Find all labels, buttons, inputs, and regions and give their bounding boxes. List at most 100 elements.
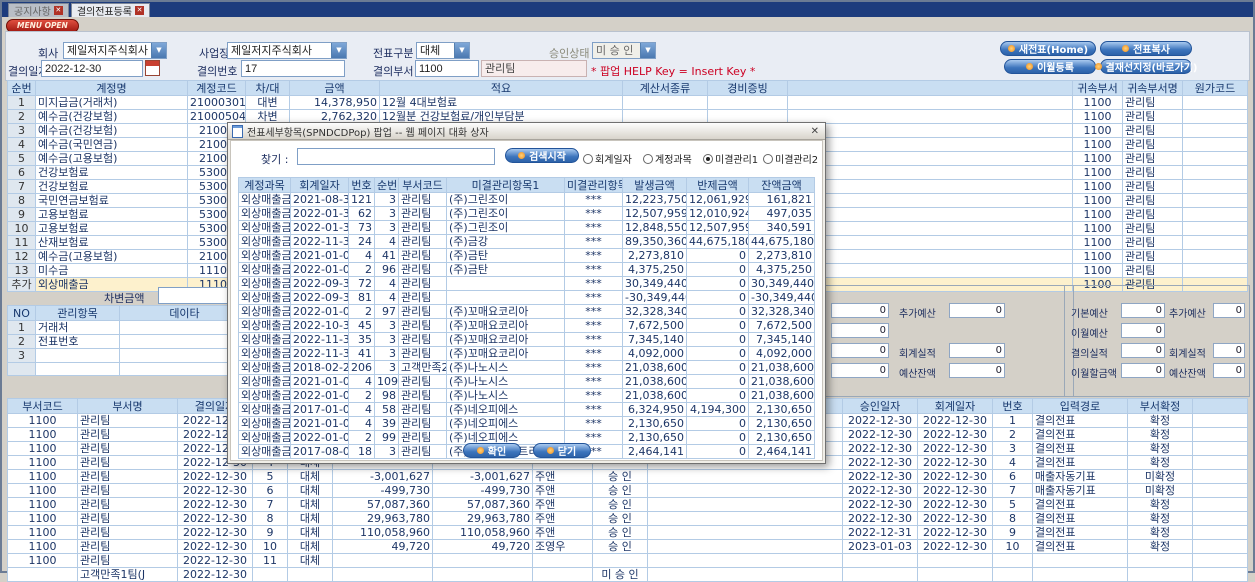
grid-cell[interactable]: 2022-12-30 [842, 413, 918, 428]
grid-cell[interactable]: 외상매출금 [238, 402, 291, 417]
grid-cell[interactable]: 2021-01-00 [290, 248, 349, 263]
grid-cell[interactable]: 3 [374, 332, 399, 347]
grid-cell[interactable] [1192, 413, 1248, 428]
grid-cell[interactable]: *** [564, 248, 623, 263]
grid-cell[interactable]: 340,591 [748, 220, 815, 235]
grid-cell[interactable]: 관리팀 [1122, 109, 1183, 124]
grid-cell[interactable]: 12,507,959 [622, 206, 687, 221]
radio-open-mgmt1[interactable]: 미결관리1 [703, 151, 758, 166]
grid-cell[interactable]: 4 [348, 374, 375, 389]
grid-cell[interactable] [532, 567, 593, 582]
chevron-down-icon[interactable]: ▼ [151, 43, 166, 58]
grid-cell[interactable]: 관리팀 [398, 192, 447, 207]
grid-cell[interactable] [1192, 427, 1248, 442]
grid-cell[interactable]: 10 [992, 539, 1033, 554]
grid-cell[interactable]: 외상매출금 [238, 290, 291, 305]
grid-cell[interactable]: 매출자동기표 [1032, 469, 1128, 484]
grid-cell[interactable] [787, 221, 1073, 236]
grid-cell[interactable] [7, 567, 78, 582]
grid-cell[interactable]: 73 [348, 220, 375, 235]
grid-cell[interactable]: 2,130,650 [748, 416, 815, 431]
grid-cell[interactable]: 2,273,810 [622, 248, 687, 263]
grid-cell[interactable]: (주)나노시스 [446, 374, 565, 389]
grid-cell[interactable]: 관리팀 [1122, 123, 1183, 138]
grid-cell[interactable]: 외상매출금 [238, 416, 291, 431]
grid-cell[interactable] [917, 567, 993, 582]
grid-cell[interactable]: 1100 [7, 497, 78, 512]
grid-cell[interactable]: -499,730 [432, 483, 533, 498]
grid-cell[interactable]: 0 [686, 360, 749, 375]
grid-cell[interactable]: 결의전표 [1032, 455, 1128, 470]
close-button[interactable]: 닫기 [532, 443, 591, 458]
grid-cell[interactable]: 확정 [1127, 413, 1193, 428]
grid-cell[interactable]: 97 [374, 304, 399, 319]
grid-cell[interactable]: 고객만족2팀(JJ [398, 360, 447, 375]
grid-cell[interactable]: 7,345,140 [622, 332, 687, 347]
grid-cell[interactable]: 0 [686, 290, 749, 305]
grid-cell[interactable]: *** [564, 360, 623, 375]
grid-cell[interactable]: 2021-01-00 [290, 374, 349, 389]
grid-cell[interactable]: *** [564, 290, 623, 305]
grid-cell[interactable]: 관리팀 [1122, 235, 1183, 250]
grid-cell[interactable] [647, 469, 843, 484]
grid-cell[interactable]: 0 [686, 346, 749, 361]
grid-cell[interactable]: 주앤 [532, 483, 593, 498]
grid-cell[interactable]: 2022-10-31 [290, 318, 349, 333]
grid-cell[interactable]: 관리팀 [77, 511, 178, 526]
date-input[interactable] [41, 60, 143, 77]
grid-cell[interactable] [842, 567, 918, 582]
grid-cell[interactable]: 대체 [287, 469, 333, 484]
grid-cell[interactable] [1182, 249, 1248, 264]
grid-cell[interactable]: 미지급금(거래처) [35, 95, 188, 110]
grid-cell[interactable]: (주)금강 [446, 234, 565, 249]
grid-cell[interactable]: 관리팀 [1122, 151, 1183, 166]
grid-cell[interactable]: 6 [992, 469, 1033, 484]
grid-cell[interactable]: 4,375,250 [748, 262, 815, 277]
grid-cell[interactable]: 주앤 [532, 497, 593, 512]
grid-cell[interactable]: 예수금(국민연금) [35, 137, 188, 152]
grid-cell[interactable]: 58 [374, 402, 399, 417]
search-button[interactable]: 검색시작 [505, 148, 579, 163]
radio-open-mgmt2[interactable]: 미결관리2 [763, 151, 818, 166]
grid-cell[interactable]: 7 [7, 179, 36, 194]
new-voucher-button[interactable]: 새전표(Home) [1000, 41, 1096, 56]
grid-cell[interactable] [787, 109, 1073, 124]
grid-cell[interactable] [787, 193, 1073, 208]
grid-cell[interactable]: 9 [992, 525, 1033, 540]
grid-cell[interactable]: *** [564, 318, 623, 333]
grid-cell[interactable]: 결의전표 [1032, 511, 1128, 526]
grid-cell[interactable]: 2022-12-30 [917, 525, 993, 540]
grid-cell[interactable]: 건강보험료 [35, 165, 188, 180]
grid-cell[interactable] [1182, 263, 1248, 278]
slip-type-select[interactable]: 대체 ▼ [416, 42, 470, 59]
grid-cell[interactable]: 4,194,300 [686, 402, 749, 417]
grid-cell[interactable]: 관리팀 [398, 262, 447, 277]
grid-cell[interactable]: 5 [252, 469, 288, 484]
grid-cell[interactable] [1192, 441, 1248, 456]
grid-cell[interactable]: *** [564, 220, 623, 235]
grid-cell[interactable]: 7,672,500 [748, 318, 815, 333]
grid-cell[interactable]: 승 인 [592, 483, 648, 498]
grid-cell[interactable]: 관리팀 [77, 427, 178, 442]
grid-cell[interactable]: 확정 [1127, 427, 1193, 442]
grid-cell[interactable]: 관리팀 [77, 539, 178, 554]
grid-cell[interactable]: 7 [252, 497, 288, 512]
grid-cell[interactable]: 11 [252, 553, 288, 568]
grid-cell[interactable]: 3 [374, 346, 399, 361]
grid-cell[interactable] [992, 567, 1033, 582]
grid-cell[interactable]: 관리팀 [398, 234, 447, 249]
grid-cell[interactable]: 3 [374, 192, 399, 207]
grid-cell[interactable]: 외상매출금 [238, 262, 291, 277]
grid-cell[interactable]: 2017-01-00 [290, 402, 349, 417]
grid-cell[interactable] [787, 235, 1073, 250]
grid-cell[interactable] [35, 348, 120, 363]
grid-cell[interactable]: 관리팀 [77, 497, 178, 512]
grid-cell[interactable] [647, 525, 843, 540]
grid-cell[interactable]: 57,087,360 [432, 497, 533, 512]
grid-cell[interactable]: -3,001,627 [432, 469, 533, 484]
grid-cell[interactable]: 2021-01-00 [290, 416, 349, 431]
grid-cell[interactable] [1032, 553, 1128, 568]
grid-cell[interactable]: 4 [992, 455, 1033, 470]
grid-cell[interactable]: 2022-12-30 [842, 511, 918, 526]
grid-cell[interactable]: 7,672,500 [622, 318, 687, 333]
